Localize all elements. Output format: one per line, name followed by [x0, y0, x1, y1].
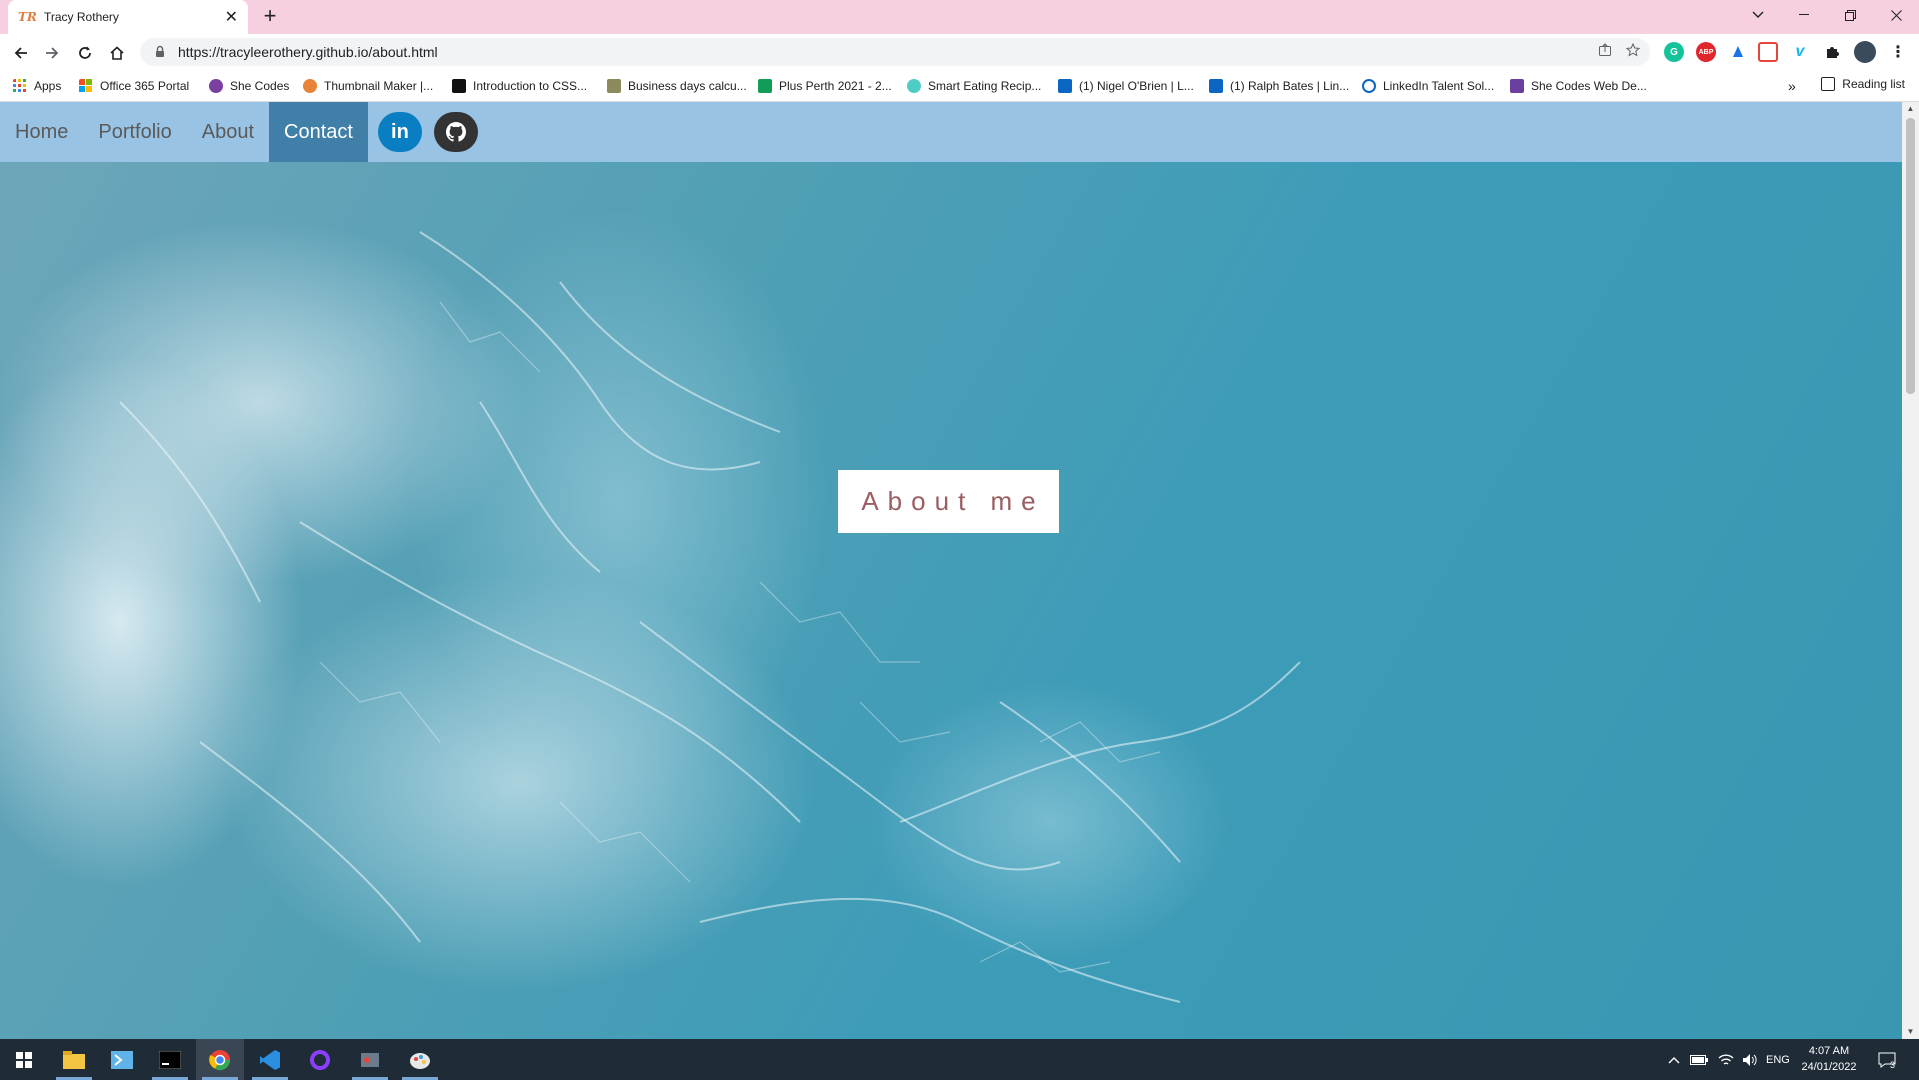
- home-icon[interactable]: [104, 40, 130, 66]
- bookmark-item[interactable]: Office 365 Portal: [79, 77, 189, 95]
- menu-kebab-icon[interactable]: ⋮: [1888, 42, 1908, 62]
- linkedin-icon: [1209, 79, 1223, 93]
- clock-time: 4:07 AM: [1808, 1045, 1850, 1057]
- notification-count-badge: 3: [1890, 1059, 1896, 1070]
- powershell-icon[interactable]: [98, 1039, 146, 1080]
- tab-search-icon[interactable]: [1735, 0, 1781, 30]
- office-icon: [79, 79, 92, 92]
- windows-taskbar: ENG 4:07 AM 24/01/2022 3: [0, 1039, 1919, 1080]
- bookmark-item[interactable]: Introduction to CSS...: [452, 77, 587, 95]
- snipping-tool-icon[interactable]: [346, 1039, 394, 1080]
- new-tab-icon[interactable]: +: [258, 5, 282, 29]
- bookmark-item[interactable]: She Codes Web De...: [1510, 77, 1647, 95]
- lock-icon: [156, 45, 164, 57]
- extensions-puzzle-icon[interactable]: [1822, 42, 1842, 62]
- bookmark-item[interactable]: Thumbnail Maker |...: [303, 77, 433, 95]
- page-title: About me: [861, 486, 1045, 516]
- bookmark-star-icon[interactable]: [1625, 42, 1641, 62]
- volume-icon[interactable]: [1742, 1039, 1758, 1080]
- language-indicator[interactable]: ENG: [1766, 1039, 1790, 1080]
- bookmark-item[interactable]: Plus Perth 2021 - 2...: [758, 77, 892, 95]
- github-icon: [445, 122, 466, 142]
- vscode-icon[interactable]: [246, 1039, 294, 1080]
- tray-chevron-icon[interactable]: [1668, 1039, 1680, 1080]
- reading-list-button[interactable]: Reading list: [1821, 77, 1905, 91]
- thumbnail-maker-icon: [303, 79, 317, 93]
- she-codes-icon: [209, 79, 223, 93]
- taskbar-clock[interactable]: 4:07 AM 24/01/2022: [1798, 1043, 1860, 1075]
- browser-toolbar: https://tracyleerothery.github.io/about.…: [0, 34, 1919, 70]
- scroll-down-icon[interactable]: ▼: [1902, 1025, 1919, 1039]
- linkedin-talent-icon: [1362, 79, 1376, 93]
- clock-date: 24/01/2022: [1801, 1061, 1857, 1073]
- bookmark-item[interactable]: Apps: [13, 77, 61, 95]
- more-bookmarks-icon[interactable]: »: [1788, 77, 1796, 95]
- css-course-icon: [452, 79, 466, 93]
- bookmarks-bar: Apps Office 365 Portal She Codes Thumbna…: [0, 70, 1919, 102]
- minimize-icon[interactable]: [1781, 0, 1827, 30]
- site-navbar: Home Portfolio About Contact in: [0, 102, 1902, 162]
- smart-eating-icon: [907, 79, 921, 93]
- forward-icon[interactable]: [39, 40, 65, 66]
- terminal-icon[interactable]: [146, 1039, 194, 1080]
- about-heading-box: About me: [838, 470, 1059, 533]
- screenshot-extension-icon[interactable]: [1758, 42, 1778, 62]
- she-codes-web-icon: [1510, 79, 1524, 93]
- bookmark-item[interactable]: (1) Nigel O'Brien | L...: [1058, 77, 1194, 95]
- bookmark-item[interactable]: She Codes: [209, 77, 289, 95]
- paint-icon[interactable]: [396, 1039, 444, 1080]
- file-explorer-icon[interactable]: [50, 1039, 98, 1080]
- notifications-button[interactable]: 3: [1878, 1039, 1896, 1080]
- chrome-icon[interactable]: [196, 1039, 244, 1080]
- linkedin-icon: [1058, 79, 1072, 93]
- page-scrollbar[interactable]: ▲ ▼: [1902, 102, 1919, 1039]
- browser-tab[interactable]: TR Tracy Rothery ✕: [8, 0, 248, 34]
- bookmark-item[interactable]: Smart Eating Recip...: [907, 77, 1041, 95]
- back-icon[interactable]: [8, 40, 34, 66]
- tab-title: Tracy Rothery: [44, 10, 119, 24]
- github-desktop-icon[interactable]: [296, 1039, 344, 1080]
- reading-list-icon: [1821, 77, 1836, 91]
- nav-contact[interactable]: Contact: [269, 102, 368, 162]
- linkedin-icon: in: [391, 120, 409, 143]
- scroll-up-icon[interactable]: ▲: [1902, 102, 1919, 116]
- profile-avatar[interactable]: [1854, 41, 1876, 63]
- tab-strip: TR Tracy Rothery ✕ +: [0, 0, 1919, 34]
- vimeo-icon[interactable]: v: [1790, 42, 1810, 62]
- start-windows-icon[interactable]: [0, 1039, 48, 1080]
- share-icon[interactable]: [1598, 43, 1612, 62]
- close-window-icon[interactable]: [1873, 0, 1919, 30]
- nav-about[interactable]: About: [187, 102, 269, 162]
- calendar-icon: [607, 79, 621, 93]
- github-button[interactable]: [433, 112, 478, 152]
- address-bar[interactable]: https://tracyleerothery.github.io/about.…: [140, 38, 1650, 66]
- page-viewport: Home Portfolio About Contact in About me: [0, 102, 1902, 1039]
- url-text: https://tracyleerothery.github.io/about.…: [178, 44, 438, 60]
- wifi-icon[interactable]: [1718, 1039, 1734, 1080]
- nav-portfolio[interactable]: Portfolio: [83, 102, 186, 162]
- extension-blue-icon[interactable]: [1728, 42, 1748, 62]
- restore-icon[interactable]: [1827, 0, 1873, 30]
- hero-ocean-background: [0, 102, 1902, 1039]
- apps-grid-icon: [13, 79, 26, 92]
- scroll-thumb[interactable]: [1906, 118, 1915, 394]
- tab-favicon-icon: TR: [18, 10, 37, 24]
- nav-home[interactable]: Home: [0, 102, 83, 162]
- reload-icon[interactable]: [72, 40, 98, 66]
- bookmark-item[interactable]: LinkedIn Talent Sol...: [1362, 77, 1494, 95]
- sheets-icon: [758, 79, 772, 93]
- adblock-icon[interactable]: ABP: [1696, 42, 1716, 62]
- bookmark-item[interactable]: (1) Ralph Bates | Lin...: [1209, 77, 1349, 95]
- ocean-foam-pattern: [119, 231, 1301, 1003]
- battery-icon[interactable]: [1690, 1039, 1708, 1080]
- linkedin-button[interactable]: in: [377, 112, 422, 152]
- grammarly-icon[interactable]: G: [1664, 42, 1684, 62]
- bookmark-item[interactable]: Business days calcu...: [607, 77, 747, 95]
- tab-close-icon[interactable]: ✕: [225, 7, 238, 27]
